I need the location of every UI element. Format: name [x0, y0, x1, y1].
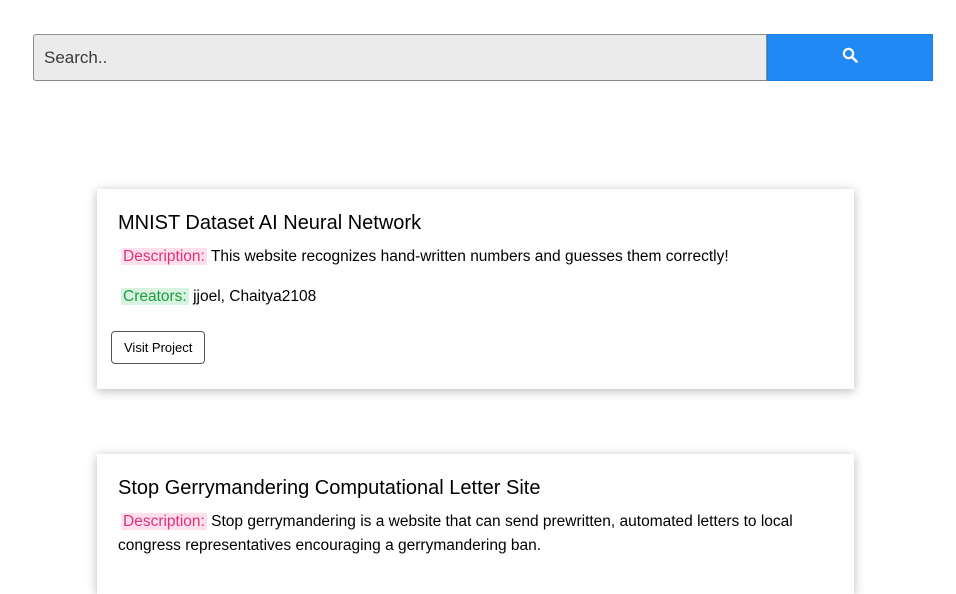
project-creators: Creators: jjoel, Chaitya2108 [118, 285, 833, 309]
creators-text: jjoel, Chaitya2108 [193, 288, 317, 305]
description-text: Stop gerrymandering is a website that ca… [118, 513, 793, 554]
search-bar [33, 34, 933, 81]
project-description: Description: This website recognizes han… [118, 245, 833, 269]
search-button[interactable] [767, 34, 933, 81]
project-title: Stop Gerrymandering Computational Letter… [118, 477, 541, 499]
project-title: MNIST Dataset AI Neural Network [118, 212, 422, 234]
project-card: MNIST Dataset AI Neural Network Descript… [97, 189, 854, 389]
creators-label: Creators: [121, 288, 189, 305]
project-description: Description: Stop gerrymandering is a we… [118, 510, 833, 558]
description-label: Description: [121, 513, 207, 530]
description-label: Description: [121, 248, 207, 265]
project-card: Stop Gerrymandering Computational Letter… [97, 454, 854, 594]
search-input[interactable] [33, 34, 767, 81]
description-text: This website recognizes hand-written num… [210, 248, 729, 265]
search-icon [842, 47, 858, 68]
visit-project-button[interactable]: Visit Project [111, 331, 206, 364]
